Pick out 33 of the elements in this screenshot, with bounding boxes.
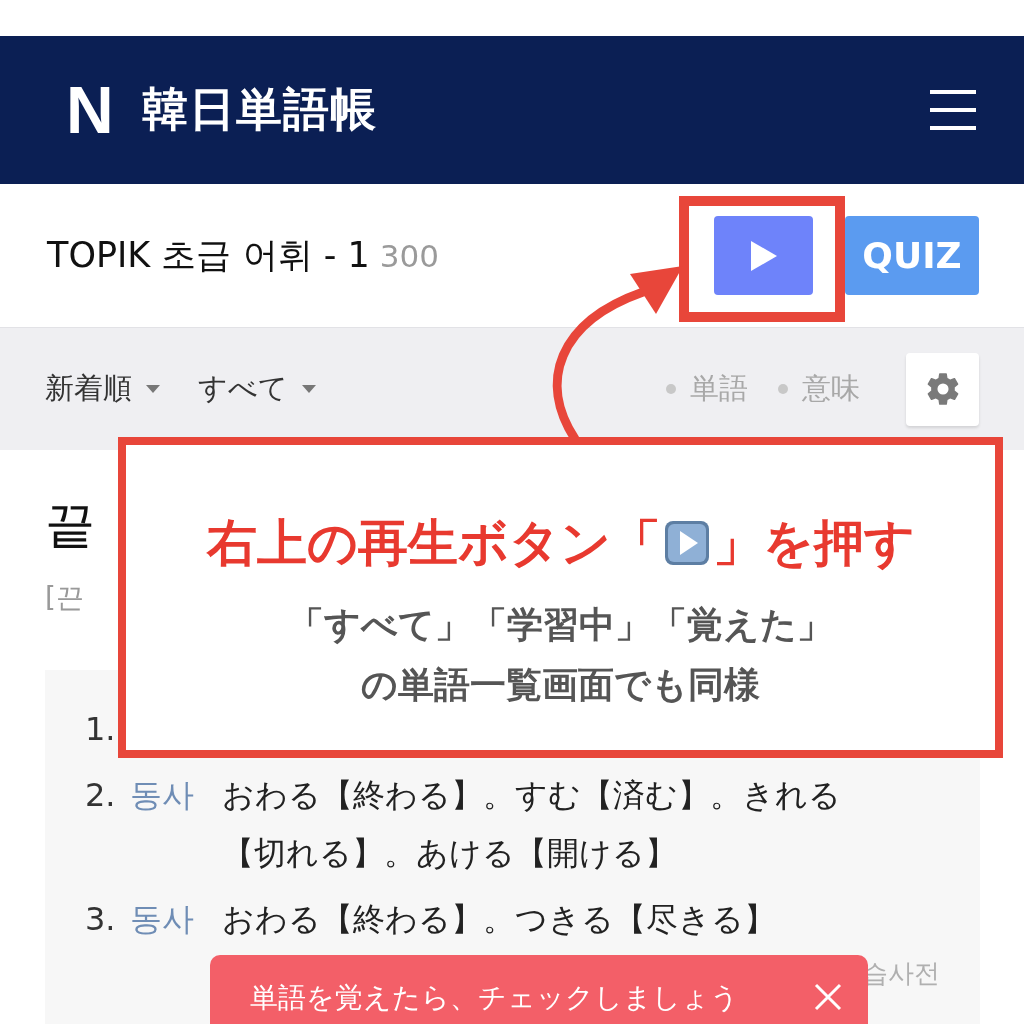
app-title: 韓日単語帳 [141, 81, 377, 138]
callout-title: 」を押す [712, 513, 915, 574]
part-of-speech: 동사 [130, 776, 194, 814]
display-toggle[interactable]: 単語 [666, 369, 748, 409]
part-of-speech: 동사 [130, 900, 194, 938]
callout-note: 「すべて」「学習中」「覚えた」 [288, 603, 833, 647]
settings-button[interactable] [906, 352, 979, 426]
dot-icon [778, 384, 788, 394]
definition-number: 1. [85, 709, 116, 750]
dot-icon [666, 384, 676, 394]
wordbook-title: TOPIK 초급 어휘 - 1 [47, 234, 370, 277]
quiz-button[interactable]: QUIZ [845, 216, 979, 295]
play-button[interactable] [714, 216, 813, 295]
headword: 끝 [45, 495, 95, 556]
play-button-icon [664, 521, 709, 565]
sort-dropdown[interactable]: 新着順 [45, 369, 160, 409]
callout-note: の単語一覧画面でも同様 [361, 663, 760, 707]
caret-icon [146, 385, 160, 393]
close-icon[interactable] [814, 983, 842, 1011]
status-dropdown[interactable]: すべて [198, 369, 316, 409]
display-toggle[interactable]: 意味 [778, 369, 860, 409]
callout-title: 右上の再生ボタン「 [206, 513, 661, 574]
play-icon [750, 240, 777, 271]
definition-text: おわる【終わる】。すむ【済む】。きれる【切れる】。あける【開ける】 [222, 776, 841, 872]
menu-icon[interactable] [930, 90, 976, 130]
app-logo: N [66, 77, 114, 143]
definition-number: 3. [85, 899, 116, 940]
toast-text: 単語を覚えたら、チェックしましょう [250, 980, 739, 1016]
pronunciation: [끈 [45, 580, 84, 616]
word-count: 300 [379, 238, 439, 274]
definition-text: おわる【終わる】。つきる【尽きる】 [222, 900, 776, 938]
definition-number: 2. [85, 775, 116, 816]
caret-icon [302, 385, 316, 393]
